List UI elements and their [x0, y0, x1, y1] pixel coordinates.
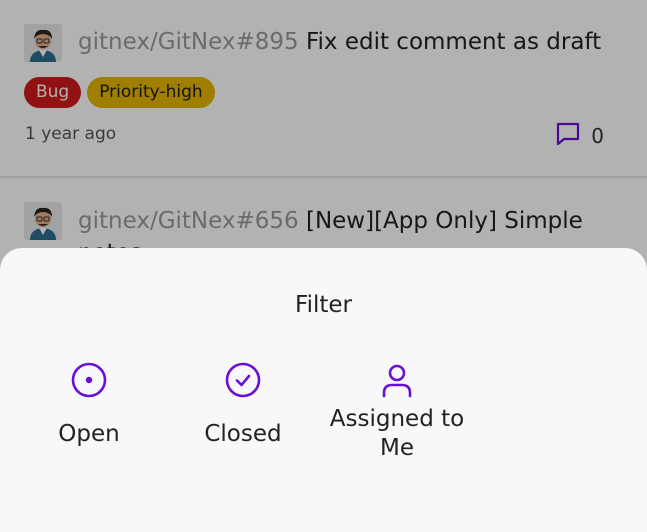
filter-closed-option[interactable]: Closed — [168, 360, 318, 449]
closed-check-icon — [168, 360, 318, 400]
open-circle-icon — [14, 360, 164, 400]
filter-assigned-label: Assigned to Me — [329, 406, 465, 461]
filter-assigned-option[interactable]: Assigned to Me — [322, 360, 472, 463]
issues-screen: gitnex/GitNex#895 Fix edit comment as dr… — [0, 0, 647, 532]
filter-closed-label: Closed — [204, 421, 282, 447]
filter-open-option[interactable]: Open — [14, 360, 164, 449]
filter-open-label: Open — [58, 421, 120, 447]
filter-bottom-sheet: Filter Open Closed Assigned to Me — [0, 248, 647, 532]
sheet-title: Filter — [295, 292, 352, 318]
user-icon — [322, 360, 472, 400]
